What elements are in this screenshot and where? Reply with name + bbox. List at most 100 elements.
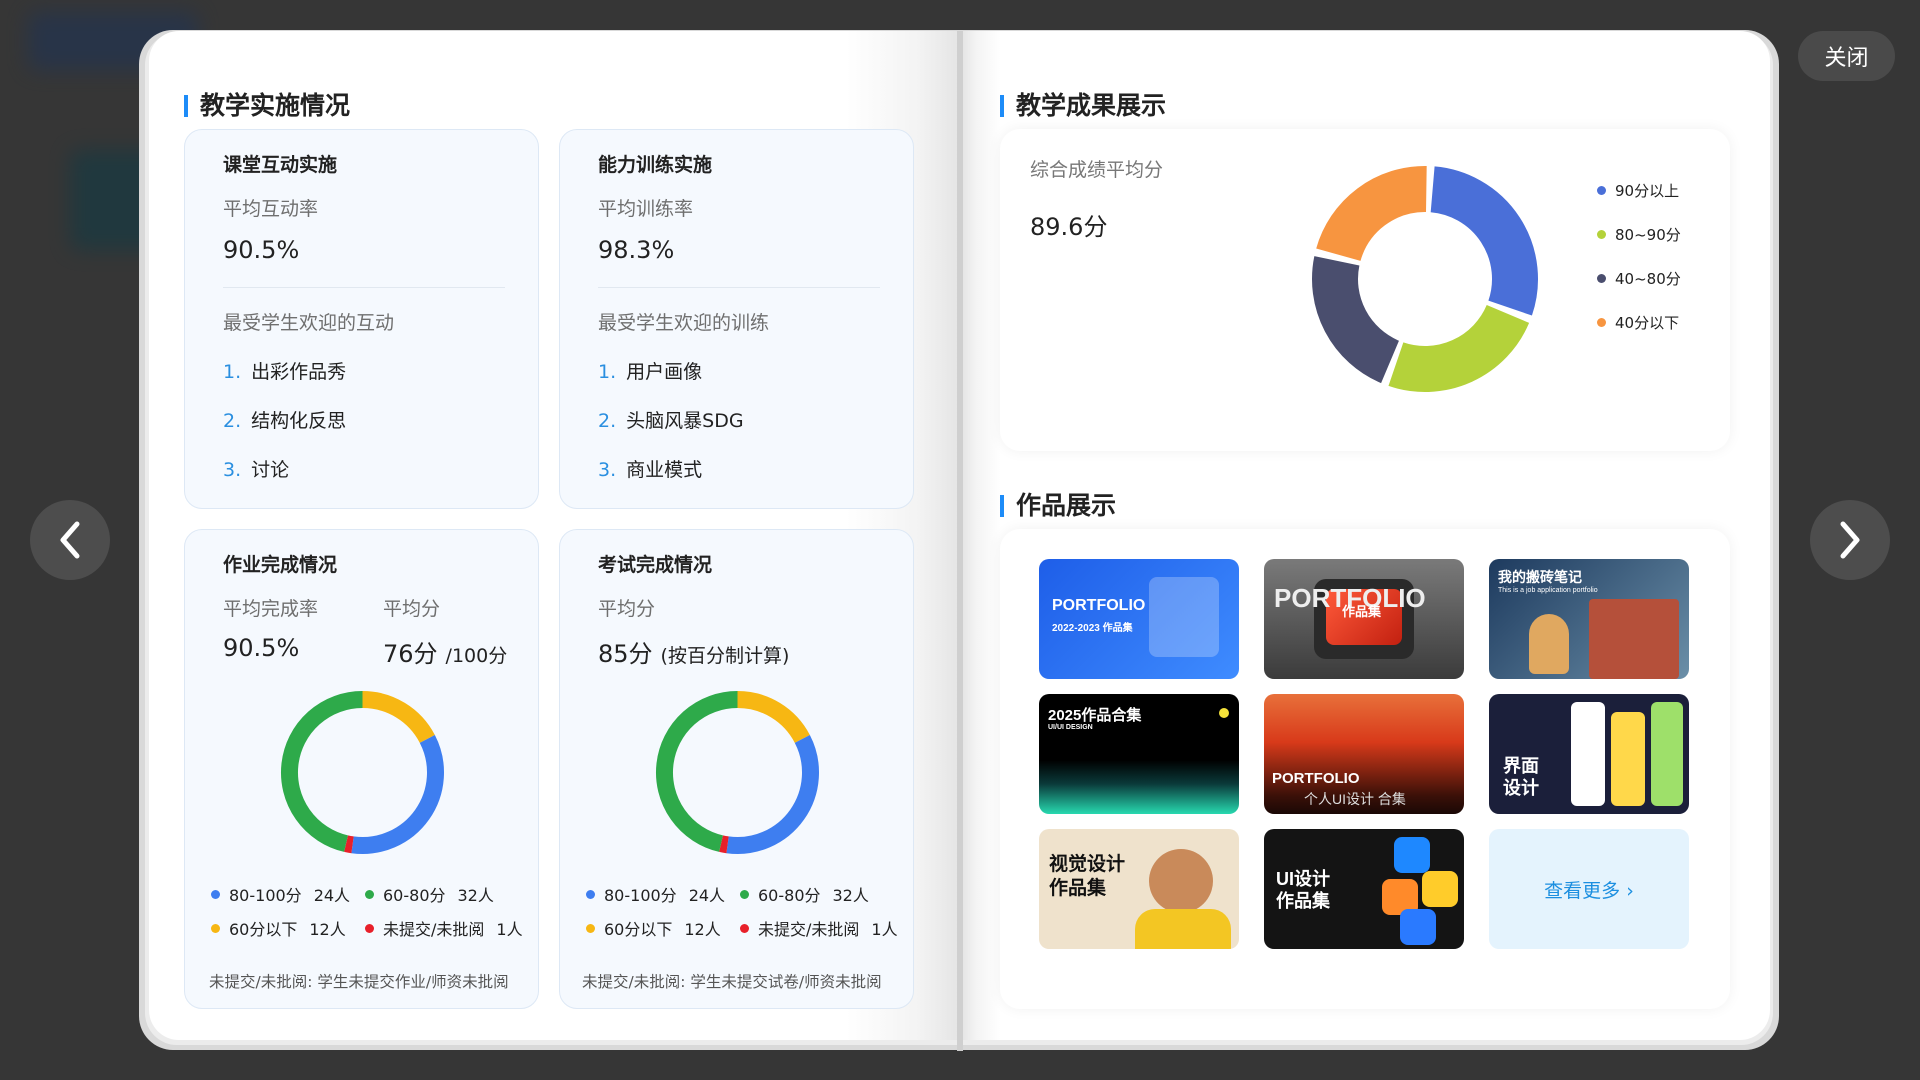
overall-score-donut-chart <box>1312 166 1538 392</box>
donut-slice <box>1312 256 1400 384</box>
thumbnail-title: PORTFOLIO <box>1272 770 1360 787</box>
thumbnail-title: 2025作品合集 <box>1048 707 1142 724</box>
popular-label: 最受学生欢迎的训练 <box>598 312 770 334</box>
thumbnail-subtitle: 作品集 <box>1342 604 1382 619</box>
donut-slice <box>1388 304 1530 392</box>
right-page: 教学成果展示 综合成绩平均分 89.6分 90分以上 80~90分 40~80分… <box>960 31 1770 1040</box>
list-item: 1. 用户画像 <box>598 361 703 383</box>
next-page-button[interactable] <box>1810 500 1890 580</box>
average-score-label: 平均分 <box>598 598 656 620</box>
portfolio-thumbnail[interactable]: 视觉设计 作品集 <box>1039 829 1239 949</box>
thumbnail-subtitle: 个人UI设计 合集 <box>1304 791 1406 807</box>
portfolio-thumbnail[interactable]: PORTFOLIO 2022-2023 作品集 <box>1039 559 1239 679</box>
thumbnail-art <box>1400 909 1436 945</box>
legend-item: 80~90分 <box>1597 224 1681 245</box>
footnote: 未提交/未批阅: 学生未提交作业/师资未批阅 <box>209 973 509 991</box>
list-item: 2. 头脑风暴SDG <box>598 410 744 432</box>
thumbnail-art <box>1135 909 1231 949</box>
ability-training-card: 能力训练实施 平均训练率 98.3% 最受学生欢迎的训练 1. 用户画像 2. 头脑… <box>559 129 914 509</box>
thumbnail-art <box>1651 702 1683 806</box>
list-item: 1. 出彩作品秀 <box>223 361 347 383</box>
donut-slice <box>726 735 819 854</box>
homework-completion-card: 作业完成情况 平均完成率 平均分 90.5% 76分/100分 80-100分 2… <box>184 529 539 1009</box>
legend-item: 未提交/未批阅 1人 <box>740 916 898 940</box>
thumbnail-title: PORTFOLIO <box>1052 597 1146 614</box>
donut-slice <box>362 691 435 744</box>
donut-slice <box>1429 166 1538 316</box>
legend-dot <box>740 889 749 899</box>
homework-donut-chart <box>280 691 444 854</box>
metric-value: 90.5% <box>223 236 300 264</box>
portfolio-thumbnail[interactable]: 界面 设计 <box>1489 694 1689 814</box>
section-title-implementation: 教学实施情况 <box>184 91 350 121</box>
list-item: 3. 商业模式 <box>598 459 703 481</box>
left-page: 教学实施情况 课堂互动实施 平均互动率 90.5% 最受学生欢迎的互动 1. 出彩… <box>149 31 960 1040</box>
metric-label: 平均互动率 <box>223 198 319 220</box>
legend-item: 未提交/未批阅 1人 <box>365 916 523 940</box>
portfolio-thumbnail[interactable]: 2025作品合集 UI/UI DESIGN <box>1039 694 1239 814</box>
card-title: 课堂互动实施 <box>223 154 338 176</box>
legend-dot <box>365 889 374 899</box>
legend-dot <box>211 923 220 933</box>
exam-donut-chart <box>655 691 819 854</box>
metric-value: 98.3% <box>598 236 675 264</box>
legend-item: 40分以下 <box>1597 312 1679 333</box>
thumbnail-art <box>1529 614 1569 674</box>
legend-item: 80-100分 24人 <box>211 882 350 906</box>
legend-dot <box>365 923 374 933</box>
portfolio-thumbnail[interactable]: UI设计 作品集 <box>1264 829 1464 949</box>
view-more-button[interactable]: 查看更多 › <box>1489 829 1689 949</box>
footnote: 未提交/未批阅: 学生未提交试卷/师资未批阅 <box>582 973 882 991</box>
overall-score-card: 综合成绩平均分 89.6分 90分以上 80~90分 40~80分 40分以下 <box>1000 129 1730 451</box>
completion-rate-value: 90.5% <box>223 634 300 662</box>
completion-rate-label: 平均完成率 <box>223 598 319 620</box>
legend-dot <box>1597 186 1606 195</box>
chevron-right-icon <box>1840 521 1860 559</box>
divider <box>223 287 505 288</box>
legend-dot <box>586 923 595 933</box>
book-spine <box>957 31 963 1051</box>
thumbnail-title: 我的搬砖笔记 <box>1498 569 1582 585</box>
average-score-value: 76分/100分 <box>383 640 508 668</box>
thumbnail-art <box>1149 577 1219 657</box>
section-title-results: 教学成果展示 <box>1000 91 1166 121</box>
thumbnail-subtitle: 2022-2023 作品集 <box>1052 623 1133 634</box>
thumbnail-art <box>1422 871 1458 907</box>
thumbnail-subtitle: UI/UI DESIGN <box>1048 724 1093 731</box>
legend-item: 60分以下 12人 <box>211 916 346 940</box>
donut-slice <box>655 691 738 852</box>
thumbnail-art <box>1589 599 1679 679</box>
donut-slice <box>351 735 444 854</box>
average-score-label: 平均分 <box>383 598 441 620</box>
portfolio-thumbnail[interactable]: PORTFOLIO 作品集 <box>1264 559 1464 679</box>
card-title: 考试完成情况 <box>598 554 713 576</box>
portfolio-thumbnail[interactable]: PORTFOLIO 个人UI设计 合集 <box>1264 694 1464 814</box>
metric-label: 平均训练率 <box>598 198 694 220</box>
section-title-works: 作品展示 <box>1000 491 1116 521</box>
popular-label: 最受学生欢迎的互动 <box>223 312 395 334</box>
portfolio-thumbnail[interactable]: 我的搬砖笔记 This is a job application portfol… <box>1489 559 1689 679</box>
legend-dot <box>1597 230 1606 239</box>
legend-item: 60-80分 32人 <box>365 882 494 906</box>
thumbnail-subtitle: 设计 <box>1503 778 1539 798</box>
thumbnail-title: 视觉设计 <box>1049 854 1126 875</box>
previous-page-button[interactable] <box>30 500 110 580</box>
overall-score-value: 89.6分 <box>1030 213 1108 241</box>
donut-slice <box>737 691 810 744</box>
legend-item: 60分以下 12人 <box>586 916 721 940</box>
overall-score-label: 综合成绩平均分 <box>1030 159 1164 181</box>
card-title: 作业完成情况 <box>223 554 338 576</box>
divider <box>598 287 880 288</box>
exam-completion-card: 考试完成情况 平均分 85分 (按百分制计算) 80-100分 24人 60-80分… <box>559 529 914 1009</box>
legend-dot <box>1597 318 1606 327</box>
list-item: 3. 讨论 <box>223 459 290 481</box>
close-button[interactable]: 关闭 <box>1798 31 1895 81</box>
legend-dot <box>586 889 595 899</box>
works-gallery-card: PORTFOLIO 2022-2023 作品集 PORTFOLIO 作品集 我的… <box>1000 529 1730 1009</box>
thumbnail-art <box>1149 849 1213 913</box>
legend-item: 80-100分 24人 <box>586 882 725 906</box>
donut-slice <box>1316 166 1427 262</box>
list-item: 2. 结构化反思 <box>223 410 347 432</box>
card-title: 能力训练实施 <box>598 154 713 176</box>
average-score-value: 85分 (按百分制计算) <box>598 640 790 668</box>
